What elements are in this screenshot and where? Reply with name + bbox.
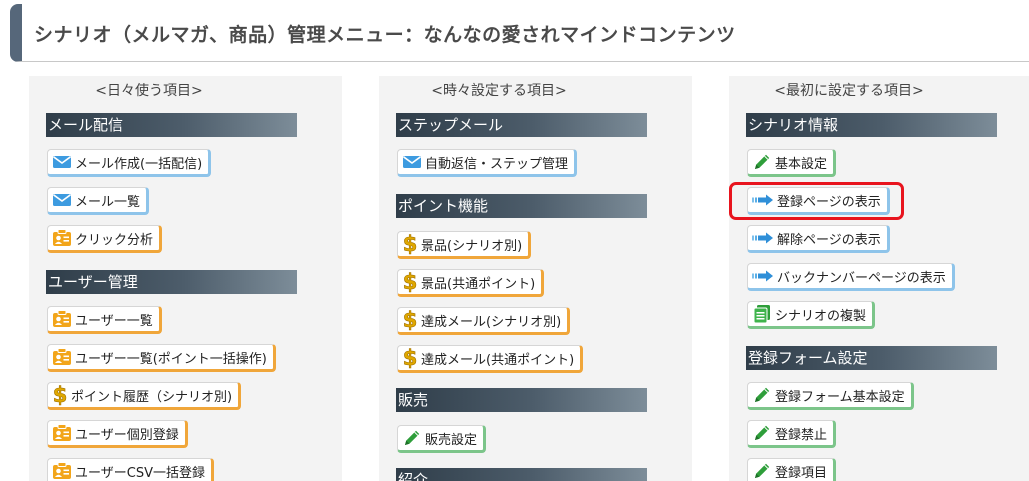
- menu-item-mail-list[interactable]: メール一覧: [47, 187, 150, 215]
- svg-text:$: $: [403, 309, 418, 331]
- menu-item-user-list[interactable]: ユーザー一覧: [47, 306, 162, 334]
- menu-item-achievement-mail-common[interactable]: $ 達成メール(共通ポイント): [397, 345, 584, 373]
- menu-item-label: ユーザー一覧(ポイント一括操作): [75, 351, 267, 367]
- column-daily: <日々使う項目> メール配信 メール作成(一括配信) メール一覧 クリック分析 …: [29, 76, 342, 481]
- menu-item-label: 登録禁止: [775, 427, 828, 443]
- menu-item-label: シナリオの複製: [775, 308, 867, 324]
- arrow-right-icon: [752, 270, 774, 282]
- menu-item-label: 自動返信・ステップ管理: [425, 156, 569, 172]
- section-referral: 紹介: [396, 468, 647, 481]
- column-heading: <日々使う項目>: [95, 83, 203, 99]
- menu-item-label: 販売設定: [425, 432, 478, 448]
- menu-item-unsubscribe-page[interactable]: 解除ページの表示: [747, 225, 890, 253]
- svg-text:$: $: [403, 347, 418, 369]
- section-sales: 販売: [396, 388, 647, 412]
- menu-item-label: メール一覧: [75, 194, 141, 210]
- menu-item-achievement-mail-scenario[interactable]: $ 達成メール(シナリオ別): [397, 307, 571, 335]
- svg-text:$: $: [403, 271, 418, 293]
- menu-item-registration-fields[interactable]: 登録項目: [747, 458, 837, 481]
- menu-item-prize-scenario[interactable]: $ 景品(シナリオ別): [397, 231, 532, 259]
- menu-item-label: 登録ページの表示: [777, 194, 881, 210]
- menu-item-prize-common[interactable]: $ 景品(共通ポイント): [397, 269, 545, 297]
- dollar-icon: $: [402, 271, 418, 293]
- dollar-icon: $: [402, 309, 418, 331]
- dollar-icon: $: [402, 233, 418, 255]
- menu-item-label: ユーザーCSV一括登録: [75, 465, 205, 481]
- menu-item-label: 登録項目: [775, 465, 828, 481]
- column-initial-setup: <最初に設定する項目> シナリオ情報 基本設定 登録ページの表示 解除ページの表…: [729, 76, 1029, 481]
- envelope-icon: [52, 193, 72, 207]
- dollar-icon: $: [52, 384, 68, 406]
- menu-item-label: ポイント履歴（シナリオ別): [71, 389, 233, 405]
- menu-item-backnumber-page[interactable]: バックナンバーページの表示: [747, 263, 955, 291]
- menu-item-label: 達成メール(シナリオ別): [421, 314, 562, 330]
- menu-item-label: 景品(共通ポイント): [421, 276, 536, 292]
- contact-card-icon: [52, 229, 72, 247]
- page-title: シナリオ（メルマガ、商品）管理メニュー：なんなの愛されマインドコンテンツ: [34, 24, 736, 46]
- menu-item-label: ユーザー個別登録: [75, 427, 179, 443]
- menu-item-registration-page[interactable]: 登録ページの表示: [747, 187, 890, 215]
- arrow-right-icon: [752, 232, 774, 244]
- menu-item-label: 達成メール(共通ポイント): [421, 352, 575, 368]
- menu-item-label: 登録フォーム基本設定: [775, 389, 905, 405]
- svg-text:$: $: [53, 384, 68, 406]
- section-registration-form: 登録フォーム設定: [746, 346, 997, 370]
- menu-item-label: クリック分析: [75, 232, 154, 248]
- scenario-admin-menu-page: シナリオ（メルマガ、商品）管理メニュー：なんなの愛されマインドコンテンツ <日々…: [0, 0, 1029, 481]
- menu-item-auto-reply[interactable]: 自動返信・ステップ管理: [397, 149, 578, 177]
- menu-item-label: 基本設定: [775, 156, 828, 172]
- pencil-icon: [752, 461, 772, 481]
- menu-item-form-basic-settings[interactable]: 登録フォーム基本設定: [747, 382, 914, 410]
- menu-item-label: バックナンバーページの表示: [777, 270, 946, 286]
- column-heading: <最初に設定する項目>: [774, 83, 924, 99]
- dollar-icon: $: [402, 347, 418, 369]
- contact-card-icon: [52, 462, 72, 480]
- menu-item-registration-ban[interactable]: 登録禁止: [747, 420, 837, 448]
- pencil-icon: [402, 428, 422, 448]
- section-user-management: ユーザー管理: [46, 270, 297, 294]
- svg-text:$: $: [403, 233, 418, 255]
- contact-card-icon: [52, 310, 72, 328]
- menu-item-label: メール作成(一括配信): [75, 156, 203, 172]
- pencil-icon: [752, 385, 772, 405]
- menu-item-scenario-duplicate[interactable]: シナリオの複製: [747, 301, 876, 329]
- menu-item-label: 解除ページの表示: [777, 232, 881, 248]
- menu-item-sales-settings[interactable]: 販売設定: [397, 425, 487, 453]
- pencil-icon: [752, 152, 772, 172]
- menu-item-basic-settings[interactable]: 基本設定: [747, 149, 837, 177]
- envelope-icon: [52, 155, 72, 169]
- column-heading: <時々設定する項目>: [431, 83, 567, 99]
- contact-card-icon: [52, 424, 72, 442]
- menu-item-user-register[interactable]: ユーザー個別登録: [47, 420, 188, 448]
- menu-item-label: 景品(シナリオ別): [421, 238, 523, 254]
- menu-item-user-list-points[interactable]: ユーザー一覧(ポイント一括操作): [47, 344, 276, 372]
- pencil-icon: [752, 423, 772, 443]
- page-header: シナリオ（メルマガ、商品）管理メニュー：なんなの愛されマインドコンテンツ: [10, 4, 1029, 62]
- menu-item-user-csv-import[interactable]: ユーザーCSV一括登録: [47, 458, 214, 481]
- section-step-mail: ステップメール: [396, 113, 647, 137]
- copy-icon: [752, 304, 772, 324]
- section-point-feature: ポイント機能: [396, 194, 647, 218]
- menu-item-label: ユーザー一覧: [75, 313, 153, 329]
- column-occasional: <時々設定する項目> ステップメール 自動返信・ステップ管理 ポイント機能 $ …: [379, 76, 692, 481]
- envelope-icon: [402, 155, 422, 169]
- menu-item-mail-create[interactable]: メール作成(一括配信): [47, 149, 212, 177]
- section-scenario-info: シナリオ情報: [746, 113, 997, 137]
- section-mail-delivery: メール配信: [46, 113, 297, 137]
- menu-item-point-history[interactable]: $ ポイント履歴（シナリオ別): [47, 382, 242, 410]
- contact-card-icon: [52, 348, 72, 366]
- menu-item-click-analysis[interactable]: クリック分析: [47, 225, 163, 253]
- arrow-right-icon: [752, 194, 774, 206]
